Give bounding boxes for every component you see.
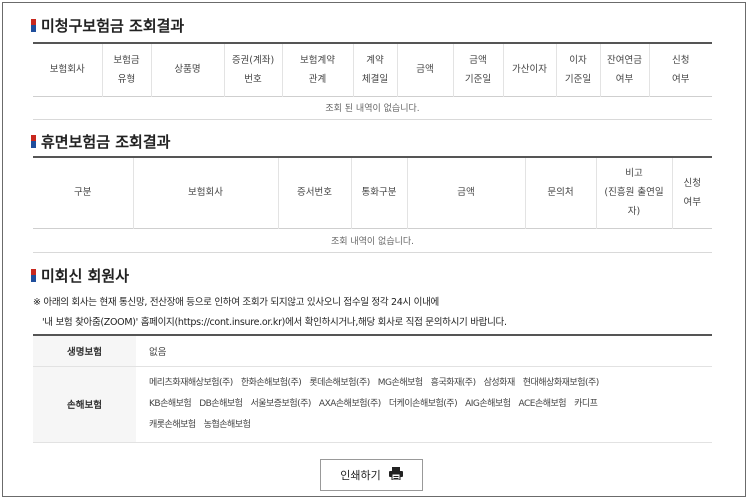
dormant-header-text: 문의처	[547, 187, 574, 199]
nonlife-label: 손해보험	[33, 366, 136, 443]
unclaimed-header-text: 증권(계좌)	[231, 54, 275, 66]
unclaimed-section-title: 미청구보험금 조회결과	[31, 15, 184, 36]
unclaimed-header-0: 보험회사	[33, 43, 102, 96]
nonlife-company-list: 메리츠화재해상보험(주) 한화손해보험(주) 롯데손해보험(주) MG손해보험 흥국화재…	[136, 366, 712, 443]
unclaimed-header-text: 기준일	[564, 73, 592, 85]
unclaimed-header-10: 잔여연금여부	[599, 43, 649, 96]
dormant-header-text: 비고	[625, 168, 643, 180]
dormant-header-5: 문의처	[524, 157, 596, 228]
nonlife-company: 캐롯손해보험	[149, 419, 196, 430]
unclaimed-header-text: 보험금	[113, 54, 140, 66]
nonlife-company: AXA손해보험(주)	[318, 398, 381, 409]
dormant-header-text: 자)	[627, 206, 641, 218]
nonlife-row: 손해보험 메리츠화재해상보험(주) 한화손해보험(주) 롯데손해보험(주) MG손해보…	[33, 366, 712, 443]
notice-line-1: ※ 아래의 회사는 현재 통신망, 전산장애 등으로 인하여 조회가 되지않고 …	[33, 297, 439, 308]
dormant-section-title: 휴면보험금 조회결과	[31, 131, 170, 152]
section-marker-icon	[31, 135, 36, 148]
unclaimed-header-8: 가산이자	[502, 43, 556, 96]
unclaimed-header-text: 보험회사	[49, 64, 85, 76]
unclaimed-header-text: 여부	[672, 73, 690, 85]
unclaimed-header-text: 계약	[366, 54, 384, 66]
print-button[interactable]: 인쇄하기	[320, 459, 423, 491]
unclaimed-empty-message: 조회 된 내역이 없습니다.	[33, 96, 712, 120]
nonlife-company: AIG손해보험	[465, 398, 511, 409]
dormant-empty-message: 조회 내역이 없습니다.	[33, 228, 712, 253]
unclaimed-header-6: 금액	[396, 43, 453, 96]
dormant-header-6: 비고 (진흥원 출연일자)	[595, 157, 672, 228]
dormant-header-text: (진흥원 출연일	[604, 187, 664, 199]
dormant-header-row: 구분 보험회사 증서번호 통화구분 금액 문의처 비고 (진흥원 출연일자) 신청여부	[33, 157, 712, 228]
unclaimed-header-7: 금액기준일	[452, 43, 503, 96]
dormant-table: 구분 보험회사 증서번호 통화구분 금액 문의처 비고 (진흥원 출연일자) 신청여부 조회 내…	[33, 156, 712, 253]
unclaimed-header-text: 유형	[117, 73, 136, 85]
unclaimed-header-row: 보험회사 보험금 유형 상품명 증권(계좌) 번호 보험계약 관계 계약 체결일 금액 금액 기준일 가산…	[33, 43, 712, 96]
dormant-header-1: 보험회사	[132, 157, 278, 228]
unclaimed-header-9: 이자기준일	[555, 43, 600, 96]
unclaimed-header-text: 기준일	[464, 73, 492, 85]
unclaimed-header-text: 금액	[416, 64, 434, 76]
nonlife-company: 메리츠화재해상보험(주)	[149, 377, 233, 388]
unclaimed-header-text: 이자	[569, 54, 587, 66]
non-member-section-title: 미회신 회원사	[31, 265, 129, 286]
nonlife-company: 한화손해보험(주)	[240, 377, 302, 388]
unclaimed-header-text: 번호	[244, 73, 262, 85]
dormant-header-text: 금액	[457, 187, 475, 199]
unclaimed-header-3: 증권(계좌) 번호	[223, 43, 282, 96]
dormant-header-0: 구분	[33, 157, 133, 228]
unclaimed-header-text: 신청	[672, 54, 690, 66]
section-marker-icon	[31, 269, 36, 282]
dormant-header-4: 금액	[406, 157, 525, 228]
unclaimed-table: 보험회사 보험금 유형 상품명 증권(계좌) 번호 보험계약 관계 계약 체결일 금액 금액 기준일 가산…	[33, 42, 712, 120]
nonlife-company: 롯데손해보험(주)	[309, 377, 370, 388]
notice-line-2: '내 보험 찾아줌(ZOOM)' 홈페이지(https://cont.insur…	[42, 317, 507, 328]
nonlife-company: DB손해보험	[199, 398, 243, 409]
life-row: 생명보험 없음	[33, 335, 712, 367]
unclaimed-header-text: 관계	[308, 73, 327, 85]
dormant-header-text: 여부	[683, 196, 701, 208]
dormant-header-text: 증서번호	[297, 187, 332, 199]
unclaimed-header-text: 체결일	[361, 73, 389, 85]
nonlife-company: KB손해보험	[149, 398, 192, 409]
life-value: 없음	[136, 335, 712, 367]
non-member-table: 생명보험 없음 손해보험 메리츠화재해상보험(주) 한화손해보험(주) 롯데손해보험…	[33, 334, 712, 443]
dormant-header-text: 통화구분	[361, 187, 397, 199]
dormant-header-text: 구분	[74, 187, 92, 199]
nonlife-company: ACE손해보험	[518, 398, 567, 409]
nonlife-company: 더케이손해보험(주)	[388, 398, 458, 409]
nonlife-company: 삼성화재	[483, 377, 516, 388]
unclaimed-header-text: 보험계약	[300, 54, 335, 66]
unclaimed-header-5: 계약체결일	[352, 43, 397, 96]
unclaimed-header-4: 보험계약관계	[281, 43, 353, 96]
nonlife-company: 카디프	[574, 398, 598, 409]
printer-icon	[388, 467, 403, 483]
dormant-header-3: 통화구분	[350, 157, 407, 228]
section-marker-icon	[31, 19, 36, 32]
unclaimed-header-11: 신청여부	[648, 43, 712, 96]
nonlife-company: 현대해상화재보험(주)	[522, 377, 600, 388]
dormant-header-text: 신청	[683, 177, 701, 189]
nonlife-company: 농협손해보험	[203, 419, 251, 430]
life-label: 생명보험	[33, 335, 136, 367]
unclaimed-header-text: 잔여연금	[607, 54, 642, 66]
unclaimed-header-text: 여부	[615, 73, 634, 85]
unclaimed-header-text: 가산이자	[512, 64, 547, 76]
nonlife-company: 서울보증보험(주)	[250, 398, 311, 409]
dormant-header-2: 증서번호	[277, 157, 351, 228]
print-button-label: 인쇄하기	[340, 469, 381, 482]
unclaimed-header-text: 상품명	[174, 64, 201, 76]
unclaimed-header-1: 보험금유형	[101, 43, 151, 96]
dormant-header-text: 보험회사	[188, 187, 223, 199]
unclaimed-header-text: 금액	[469, 54, 487, 66]
unclaimed-header-2: 상품명	[150, 43, 224, 96]
nonlife-company: MG손해보험	[377, 377, 423, 388]
dormant-header-7: 신청여부	[671, 157, 712, 228]
nonlife-company: 흥국화재(주)	[430, 377, 476, 388]
